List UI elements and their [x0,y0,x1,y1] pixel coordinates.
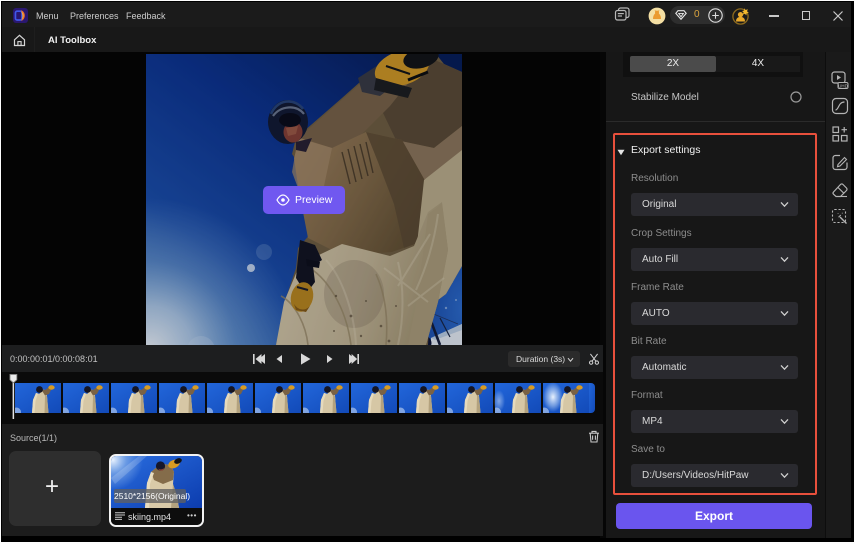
svg-text:UHD: UHD [838,83,848,88]
